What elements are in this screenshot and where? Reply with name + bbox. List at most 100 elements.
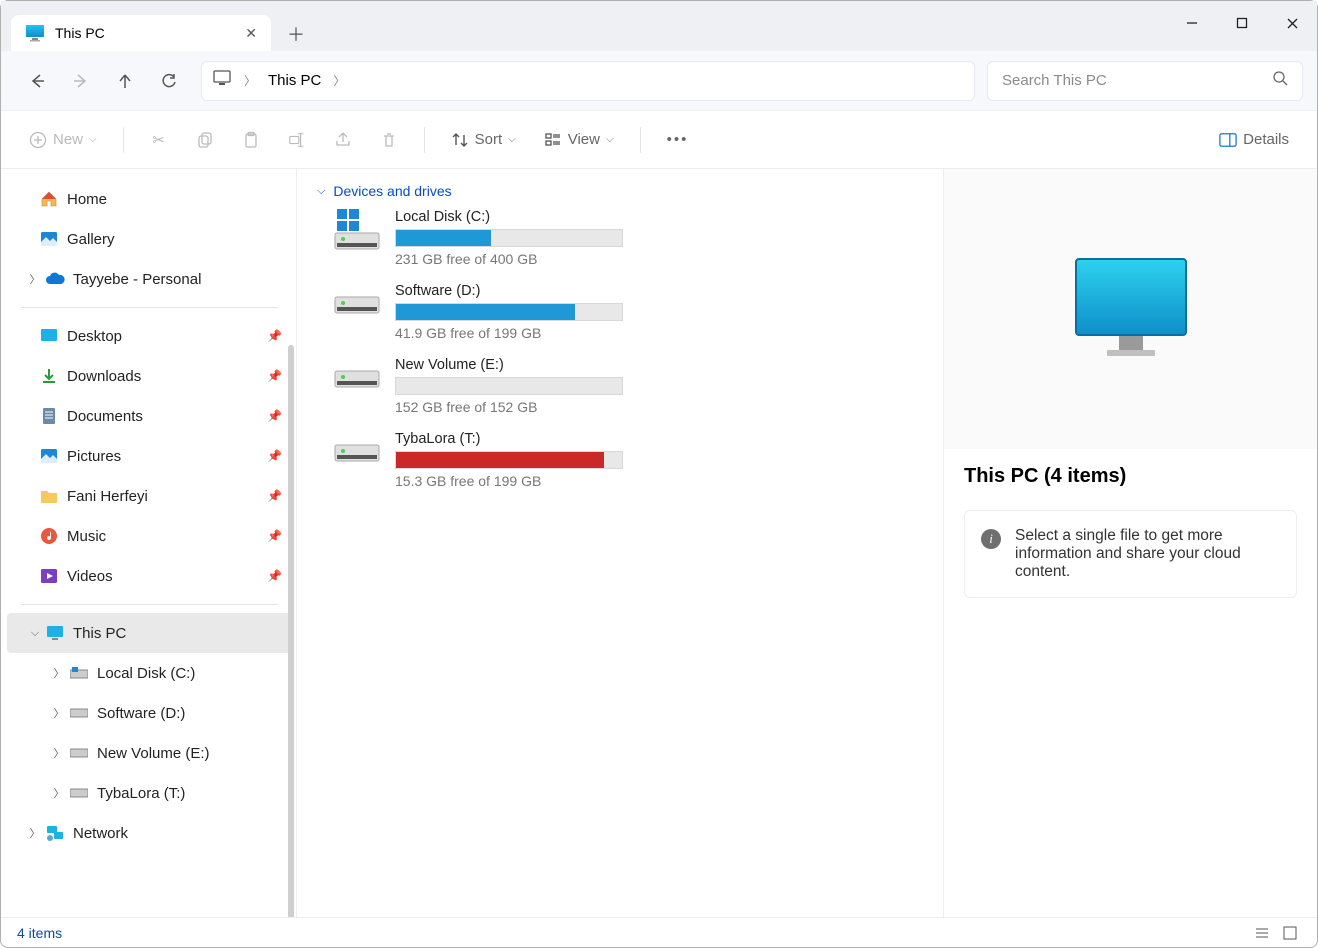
details-label: Details	[1243, 131, 1289, 148]
more-button[interactable]: •••	[657, 125, 699, 154]
share-button[interactable]	[324, 125, 362, 155]
chevron-right-icon[interactable]: 〉	[49, 745, 69, 761]
desktop-icon	[39, 326, 59, 346]
pin-icon[interactable]: 📌	[267, 369, 282, 383]
sidebar-item-documents[interactable]: Documents 📌	[7, 396, 292, 436]
sidebar-item-drive-t[interactable]: 〉 TybaLora (T:)	[7, 773, 292, 813]
chevron-right-icon[interactable]: 〉	[238, 72, 262, 89]
info-icon: i	[981, 529, 1001, 549]
details-pane: This PC (4 items) i Select a single file…	[943, 169, 1317, 917]
cut-button[interactable]: ✂	[140, 125, 178, 155]
minimize-button[interactable]	[1167, 1, 1217, 45]
sidebar-item-this-pc[interactable]: ⌵ This PC	[7, 613, 292, 653]
delete-button[interactable]	[370, 125, 408, 155]
tab-close-icon[interactable]: ✕	[245, 25, 257, 42]
pin-icon[interactable]: 📌	[267, 569, 282, 583]
drive-item[interactable]: TybaLora (T:) 15.3 GB free of 199 GB	[333, 431, 923, 489]
pin-icon[interactable]: 📌	[267, 409, 282, 423]
copy-button[interactable]	[186, 125, 224, 155]
pin-icon[interactable]: 📌	[267, 329, 282, 343]
new-tab-button[interactable]: ＋	[279, 17, 313, 51]
sidebar-item-label: Local Disk (C:)	[97, 665, 195, 682]
chevron-down-icon: ⌵	[606, 134, 614, 145]
chevron-right-icon[interactable]: 〉	[49, 665, 69, 681]
details-preview	[944, 169, 1317, 449]
chevron-down-icon[interactable]: ⌵	[25, 627, 45, 640]
sidebar-item-network[interactable]: 〉 Network	[7, 813, 292, 853]
video-icon	[39, 566, 59, 586]
sidebar-item-desktop[interactable]: Desktop 📌	[7, 316, 292, 356]
sidebar-item-music[interactable]: Music 📌	[7, 516, 292, 556]
pictures-icon	[39, 446, 59, 466]
drive-capacity-bar	[395, 229, 623, 247]
sidebar-item-label: Music	[67, 528, 106, 545]
tab-this-pc[interactable]: This PC ✕	[11, 15, 271, 51]
sidebar-item-downloads[interactable]: Downloads 📌	[7, 356, 292, 396]
back-button[interactable]	[15, 61, 59, 101]
drive-free-text: 41.9 GB free of 199 GB	[395, 325, 623, 341]
sidebar-item-onedrive[interactable]: 〉 Tayyebe - Personal	[7, 259, 292, 299]
thumbnails-view-button[interactable]	[1279, 922, 1301, 944]
drive-item[interactable]: New Volume (E:) 152 GB free of 152 GB	[333, 357, 923, 415]
details-pane-button[interactable]: Details	[1209, 125, 1299, 155]
drive-item[interactable]: Local Disk (C:) 231 GB free of 400 GB	[333, 209, 923, 267]
breadcrumb-location[interactable]: This PC	[268, 72, 321, 89]
maximize-button[interactable]	[1217, 1, 1267, 45]
drive-icon	[333, 283, 381, 325]
refresh-button[interactable]	[147, 61, 191, 101]
sidebar-item-home[interactable]: Home	[7, 179, 292, 219]
chevron-right-icon[interactable]: 〉	[327, 72, 351, 89]
sidebar-item-gallery[interactable]: Gallery	[7, 219, 292, 259]
copy-icon	[196, 131, 214, 149]
scrollbar-thumb[interactable]	[288, 345, 294, 917]
rename-icon	[288, 131, 306, 149]
up-button[interactable]	[103, 61, 147, 101]
pin-icon[interactable]: 📌	[267, 529, 282, 543]
sidebar-item-drive-d[interactable]: 〉 Software (D:)	[7, 693, 292, 733]
breadcrumb[interactable]: 〉 This PC 〉	[201, 61, 975, 101]
group-header-devices[interactable]: ⌵ Devices and drives	[317, 183, 923, 199]
drive-name: TybaLora (T:)	[395, 431, 623, 447]
sidebar-item-pictures[interactable]: Pictures 📌	[7, 436, 292, 476]
sidebar-item-label: Videos	[67, 568, 113, 585]
separator	[123, 127, 124, 153]
sidebar-item-drive-e[interactable]: 〉 New Volume (E:)	[7, 733, 292, 773]
sidebar-item-folder[interactable]: Fani Herfeyi 📌	[7, 476, 292, 516]
status-bar: 4 items	[1, 917, 1317, 947]
paste-button[interactable]	[232, 125, 270, 155]
sidebar-item-drive-c[interactable]: 〉 Local Disk (C:)	[7, 653, 292, 693]
new-label: New	[53, 131, 83, 148]
pin-icon[interactable]: 📌	[267, 449, 282, 463]
content-area[interactable]: ⌵ Devices and drives Local Disk (C:) 231…	[297, 169, 943, 917]
chevron-right-icon[interactable]: 〉	[25, 825, 45, 841]
search-box[interactable]	[987, 61, 1303, 101]
chevron-down-icon: ⌵	[89, 134, 97, 145]
pin-icon[interactable]: 📌	[267, 489, 282, 503]
pc-large-icon	[1071, 254, 1191, 364]
rename-button[interactable]	[278, 125, 316, 155]
chevron-down-icon: ⌵	[508, 134, 516, 145]
close-button[interactable]	[1267, 1, 1317, 45]
scissors-icon: ✂	[150, 131, 168, 149]
search-input[interactable]	[1002, 72, 1272, 89]
new-button[interactable]: New ⌵	[19, 125, 107, 155]
drive-icon	[333, 209, 381, 251]
forward-button[interactable]	[59, 61, 103, 101]
view-button[interactable]: View ⌵	[534, 125, 624, 155]
separator	[640, 127, 641, 153]
pc-icon	[212, 68, 232, 93]
sidebar-item-label: New Volume (E:)	[97, 745, 210, 762]
search-icon[interactable]	[1272, 70, 1288, 91]
sidebar-item-videos[interactable]: Videos 📌	[7, 556, 292, 596]
drive-name: Software (D:)	[395, 283, 623, 299]
chevron-right-icon[interactable]: 〉	[49, 785, 69, 801]
chevron-right-icon[interactable]: 〉	[49, 705, 69, 721]
drive-icon	[69, 663, 89, 683]
drive-item[interactable]: Software (D:) 41.9 GB free of 199 GB	[333, 283, 923, 341]
view-label: View	[568, 131, 600, 148]
address-bar-row: 〉 This PC 〉	[1, 51, 1317, 111]
sort-button[interactable]: Sort ⌵	[441, 125, 526, 155]
chevron-right-icon[interactable]: 〉	[25, 271, 45, 287]
more-icon: •••	[667, 131, 689, 148]
details-view-button[interactable]	[1251, 922, 1273, 944]
